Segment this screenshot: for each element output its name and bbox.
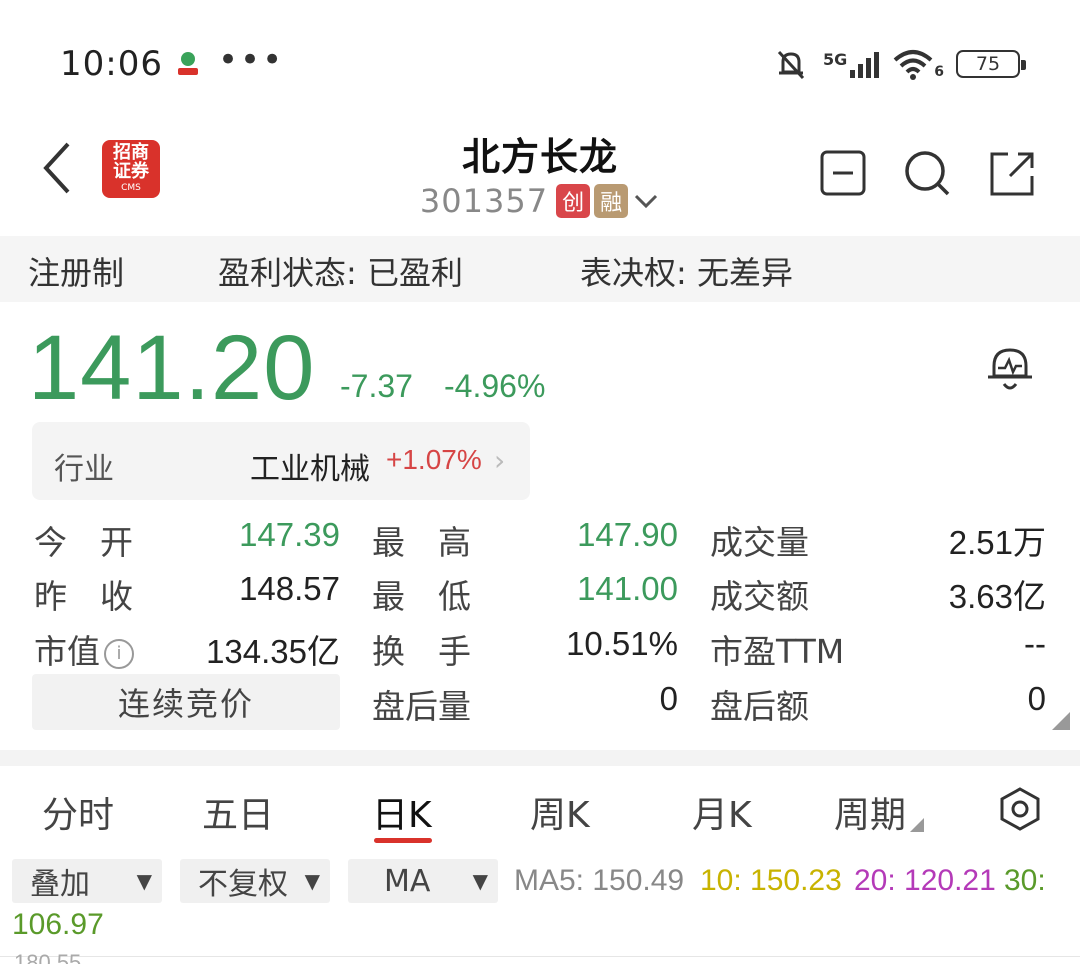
cell-signal-icon: 5G bbox=[823, 50, 880, 78]
tab-intraday[interactable]: 分时 bbox=[42, 786, 114, 838]
registration-system: 注册制 bbox=[28, 254, 125, 292]
after-hours-amount-value: 0 bbox=[1027, 680, 1046, 717]
ma10-value: 10: 150.23 bbox=[700, 864, 842, 897]
chevron-right-icon: › bbox=[494, 444, 506, 477]
profit-status: 盈利状态: 已盈利 bbox=[218, 254, 463, 292]
price-change: -7.37 bbox=[340, 368, 413, 404]
tab-five-day[interactable]: 五日 bbox=[202, 786, 274, 838]
wifi-badge: 6 bbox=[934, 64, 944, 80]
adjust-select-label: 不复权 bbox=[198, 867, 288, 902]
notification-app-icon bbox=[172, 50, 204, 80]
turnover-value: 10.51% bbox=[566, 625, 678, 662]
share-icon bbox=[990, 152, 1034, 196]
share-button[interactable] bbox=[986, 148, 1036, 198]
tab-period-label: 周期 bbox=[834, 795, 907, 836]
battery-level: 75 bbox=[975, 53, 1001, 75]
trading-phase-badge: 连续竞价 bbox=[32, 674, 340, 730]
overlay-select[interactable]: 叠加 ▼ bbox=[12, 859, 162, 903]
chart-axis-max: 180.55 bbox=[14, 950, 82, 964]
last-price: 141.20 bbox=[28, 317, 316, 419]
prev-close-label: 昨 收 bbox=[34, 577, 133, 616]
expand-corner-icon[interactable] bbox=[1052, 712, 1070, 730]
prev-close-value: 148.57 bbox=[239, 570, 340, 607]
volume-value: 2.51万 bbox=[948, 524, 1046, 561]
active-tab-indicator bbox=[374, 838, 432, 843]
ma5-value: MA5: 150.49 bbox=[514, 864, 685, 897]
battery-icon: 75 bbox=[956, 50, 1026, 78]
chart-top-gridline bbox=[0, 956, 1080, 957]
price-change-pct: -4.96% bbox=[444, 368, 546, 404]
voting-rights: 表决权: 无差异 bbox=[580, 254, 793, 292]
gear-icon bbox=[1000, 787, 1040, 831]
pe-label: 市盈TTM bbox=[710, 632, 845, 671]
market-cap-text: 市值 bbox=[34, 632, 100, 671]
market-cap-label: 市值 i bbox=[34, 625, 134, 673]
after-hours-volume-value: 0 bbox=[659, 680, 678, 717]
remove-watchlist-button[interactable] bbox=[818, 148, 868, 198]
margin-badge: 融 bbox=[594, 184, 629, 218]
search-button[interactable] bbox=[902, 148, 952, 198]
open-value: 147.39 bbox=[239, 516, 340, 553]
high-value: 147.90 bbox=[577, 516, 678, 553]
overlay-select-label: 叠加 bbox=[30, 867, 90, 902]
tab-monthly-k[interactable]: 月K bbox=[692, 786, 752, 838]
adjust-select[interactable]: 不复权 ▼ bbox=[180, 859, 330, 903]
industry-label: 行业 bbox=[54, 452, 114, 487]
more-notifications-icon: ••• bbox=[218, 40, 285, 80]
tab-period[interactable]: 周期 bbox=[834, 786, 925, 838]
ma30-value: 106.97 bbox=[12, 908, 104, 941]
indicator-select-label: MA bbox=[384, 863, 431, 899]
high-label: 最 高 bbox=[372, 523, 471, 562]
stock-code: 301357 bbox=[419, 182, 549, 220]
pe-value: -- bbox=[1024, 625, 1046, 662]
search-icon bbox=[905, 151, 950, 196]
minus-square-icon bbox=[820, 150, 866, 196]
low-value: 141.00 bbox=[577, 570, 678, 607]
turnover-label: 换 手 bbox=[372, 632, 471, 671]
amount-value: 3.63亿 bbox=[948, 578, 1046, 615]
open-label: 今 开 bbox=[34, 523, 133, 562]
caret-down-icon: ▼ bbox=[472, 869, 488, 893]
status-time: 10:06 bbox=[60, 44, 163, 84]
dropdown-corner-icon bbox=[910, 818, 925, 832]
indicator-select[interactable]: MA ▼ bbox=[348, 859, 498, 903]
info-icon[interactable]: i bbox=[104, 638, 134, 669]
price-alert-button[interactable] bbox=[982, 340, 1038, 396]
mute-bell-icon bbox=[777, 50, 805, 80]
industry-change-pct: +1.07% bbox=[386, 444, 482, 475]
chevron-down-icon bbox=[635, 194, 658, 209]
tab-weekly-k[interactable]: 周K bbox=[530, 786, 590, 838]
after-hours-amount-label: 盘后额 bbox=[710, 687, 809, 726]
low-label: 最 低 bbox=[372, 577, 471, 616]
industry-name: 工业机械 bbox=[250, 452, 370, 487]
section-divider bbox=[0, 750, 1080, 766]
caret-down-icon: ▼ bbox=[136, 869, 152, 893]
chinext-badge: 创 bbox=[556, 184, 591, 218]
ma20-value: 20: 120.21 bbox=[854, 864, 996, 897]
amount-label: 成交额 bbox=[710, 577, 809, 616]
alert-bell-icon bbox=[988, 348, 1032, 390]
volume-label: 成交量 bbox=[710, 523, 809, 562]
after-hours-volume-label: 盘后量 bbox=[372, 687, 471, 726]
stock-attributes-bar bbox=[0, 236, 1080, 302]
market-cap-value: 134.35亿 bbox=[206, 633, 340, 670]
caret-down-icon: ▼ bbox=[304, 869, 320, 893]
ma30-label: 30: bbox=[1004, 864, 1046, 897]
network-type: 5G bbox=[822, 50, 848, 69]
wifi-icon: 6 bbox=[892, 48, 944, 80]
chart-settings-button[interactable] bbox=[998, 786, 1042, 832]
system-status-icons: 5G 6 75 bbox=[771, 46, 1026, 82]
tab-daily-k[interactable]: 日K bbox=[372, 786, 432, 838]
